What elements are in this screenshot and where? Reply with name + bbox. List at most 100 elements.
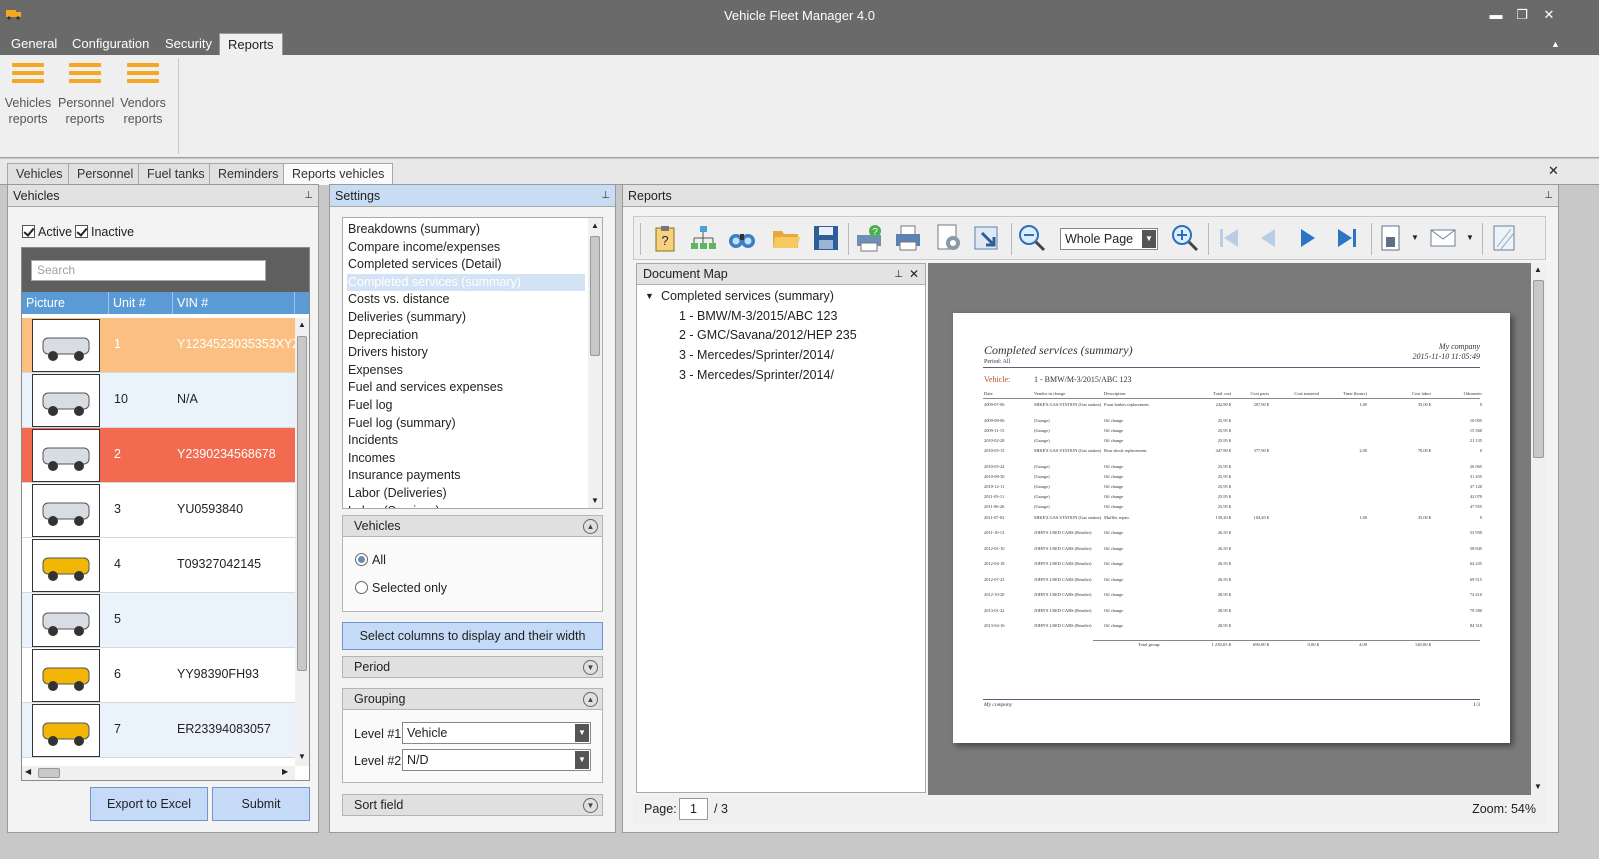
previous-page-icon[interactable] (1253, 223, 1283, 253)
report-list-item[interactable]: Completed services (Detail) (347, 256, 585, 273)
zoom-in-icon[interactable] (1170, 223, 1200, 253)
report-list-item[interactable]: Compare income/expenses (347, 239, 585, 256)
pin-icon[interactable]: ⊥ (601, 185, 610, 207)
print-icon[interactable] (893, 223, 923, 253)
page-number-input[interactable]: 1 (679, 798, 708, 820)
report-list-item[interactable]: Completed services (summary) (347, 273, 585, 291)
pin-icon[interactable]: ⊥ (1544, 185, 1553, 207)
table-row[interactable]: 3 YU0593840 (22, 483, 295, 538)
save-icon[interactable] (811, 223, 841, 253)
zoom-out-icon[interactable] (1017, 223, 1047, 253)
grouping-section-header[interactable]: Grouping ▲ (342, 688, 603, 710)
search-input[interactable]: Search (31, 260, 266, 281)
scroll-thumb[interactable] (297, 336, 307, 671)
level2-combo[interactable]: N/D ▼ (402, 749, 591, 771)
binoculars-icon[interactable] (727, 223, 757, 253)
inactive-checkbox[interactable]: Inactive (75, 225, 134, 239)
table-row[interactable]: 10 N/A (22, 373, 295, 428)
scroll-up-icon[interactable]: ▲ (1534, 265, 1542, 274)
document-map-item[interactable]: 1 - BMW/M-3/2015/ABC 123 (679, 309, 837, 323)
ribbon-tab-security[interactable]: Security (157, 33, 220, 55)
report-list[interactable]: Breakdowns (summary) Compare income/expen… (342, 217, 603, 509)
select-columns-button[interactable]: Select columns to display and their widt… (342, 622, 603, 650)
personnel-reports-button[interactable]: Personnel reports (58, 63, 114, 127)
scroll-right-icon[interactable]: ▶ (282, 767, 288, 776)
vehicles-section-header[interactable]: Vehicles ▲ (342, 515, 603, 537)
ribbon-tab-general[interactable]: General (3, 33, 65, 55)
table-row[interactable]: 7 ER23394083057 (22, 703, 295, 758)
tab-reminders[interactable]: Reminders (209, 163, 288, 185)
document-map-item[interactable]: 2 - GMC/Savana/2012/HEP 235 (679, 328, 857, 342)
tab-reports-vehicles[interactable]: Reports vehicles (283, 163, 394, 185)
collapse-ribbon-icon[interactable]: ▲ (1551, 39, 1560, 49)
active-checkbox[interactable]: Active (22, 225, 72, 239)
pin-icon[interactable]: ⊥ (304, 185, 313, 207)
dropdown-arrow-icon[interactable]: ▼ (575, 724, 589, 742)
report-list-item[interactable]: Expenses (347, 362, 585, 379)
pin-icon[interactable]: ⊥ (894, 264, 903, 285)
scroll-thumb[interactable] (1533, 280, 1544, 458)
table-row[interactable]: 5 (22, 593, 295, 648)
collapse-tree-icon[interactable]: ▼ (645, 291, 654, 301)
grid-vertical-scrollbar[interactable]: ▲ ▼ (295, 318, 309, 766)
report-list-item[interactable]: Insurance payments (347, 467, 585, 484)
watermark-icon[interactable] (1489, 223, 1519, 253)
preview-vertical-scrollbar[interactable]: ▲ ▼ (1531, 263, 1546, 795)
table-row[interactable]: 2 Y2390234568678 (22, 428, 295, 483)
table-row[interactable]: 1 Y1234523035353XYZ (22, 318, 300, 373)
report-list-item[interactable]: Depreciation (347, 327, 585, 344)
column-header-picture[interactable]: Picture (22, 292, 109, 314)
last-page-icon[interactable] (1332, 223, 1362, 253)
sort-field-section-header[interactable]: Sort field ▼ (342, 794, 603, 816)
ribbon-tab-reports[interactable]: Reports (219, 33, 283, 55)
report-list-item[interactable]: Deliveries (summary) (347, 309, 585, 326)
chevron-down-icon[interactable]: ▼ (583, 660, 598, 675)
email-dropdown-icon[interactable]: ▼ (1466, 233, 1474, 242)
org-chart-icon[interactable] (688, 223, 718, 253)
document-map-item[interactable]: 3 - Mercedes/Sprinter/2014/ (679, 348, 834, 362)
close-icon[interactable]: ✕ (909, 264, 919, 285)
scroll-thumb[interactable] (38, 768, 60, 778)
column-header-vin[interactable]: VIN # (173, 292, 295, 314)
checkbox-checked-icon[interactable] (75, 225, 88, 238)
chevron-down-icon[interactable]: ▼ (583, 798, 598, 813)
chevron-up-icon[interactable]: ▲ (583, 519, 598, 534)
open-folder-icon[interactable] (771, 223, 801, 253)
scroll-down-icon[interactable]: ▼ (591, 496, 599, 505)
table-row[interactable]: 4 T09327042145 (22, 538, 295, 593)
scroll-up-icon[interactable]: ▲ (298, 320, 306, 329)
chevron-up-icon[interactable]: ▲ (583, 692, 598, 707)
radio-icon[interactable] (355, 581, 368, 594)
table-row[interactable]: 6 YY98390FH93 (22, 648, 295, 703)
dropdown-arrow-icon[interactable]: ▼ (575, 751, 589, 769)
page-setup-icon[interactable] (933, 223, 963, 253)
document-map-root[interactable]: Completed services (summary) (661, 289, 834, 303)
scroll-thumb[interactable] (590, 236, 600, 356)
checkbox-checked-icon[interactable] (22, 225, 35, 238)
report-list-item[interactable]: Costs vs. distance (347, 291, 585, 308)
email-icon[interactable] (1428, 223, 1458, 253)
report-list-item[interactable]: Breakdowns (summary) (347, 221, 585, 238)
report-list-item[interactable]: Labor (Services) (347, 503, 585, 508)
next-page-icon[interactable] (1293, 223, 1323, 253)
document-map-item[interactable]: 3 - Mercedes/Sprinter/2014/ (679, 368, 834, 382)
column-header-unit[interactable]: Unit # (109, 292, 173, 314)
export-to-excel-button[interactable]: Export to Excel (90, 787, 208, 821)
all-radio[interactable]: All (355, 553, 386, 567)
vendors-reports-button[interactable]: Vendors reports (116, 63, 170, 127)
period-section-header[interactable]: Period ▼ (342, 656, 603, 678)
level1-combo[interactable]: Vehicle ▼ (402, 722, 591, 744)
report-list-scrollbar[interactable]: ▲ ▼ (588, 218, 602, 508)
zoom-mode-combo[interactable]: Whole Page ▼ (1060, 228, 1158, 250)
export-document-icon[interactable] (1377, 223, 1407, 253)
maximize-button[interactable]: ❐ (1508, 4, 1536, 26)
scroll-left-icon[interactable]: ◀ (25, 767, 31, 776)
minimize-button[interactable]: ▬ (1482, 4, 1510, 26)
scroll-up-icon[interactable]: ▲ (591, 221, 599, 230)
export-page-icon[interactable] (972, 223, 1002, 253)
tab-fuel-tanks[interactable]: Fuel tanks (138, 163, 214, 185)
report-list-item[interactable]: Drivers history (347, 344, 585, 361)
submit-button[interactable]: Submit (212, 787, 310, 821)
ribbon-tab-configuration[interactable]: Configuration (64, 33, 157, 55)
scroll-down-icon[interactable]: ▼ (1534, 782, 1542, 791)
